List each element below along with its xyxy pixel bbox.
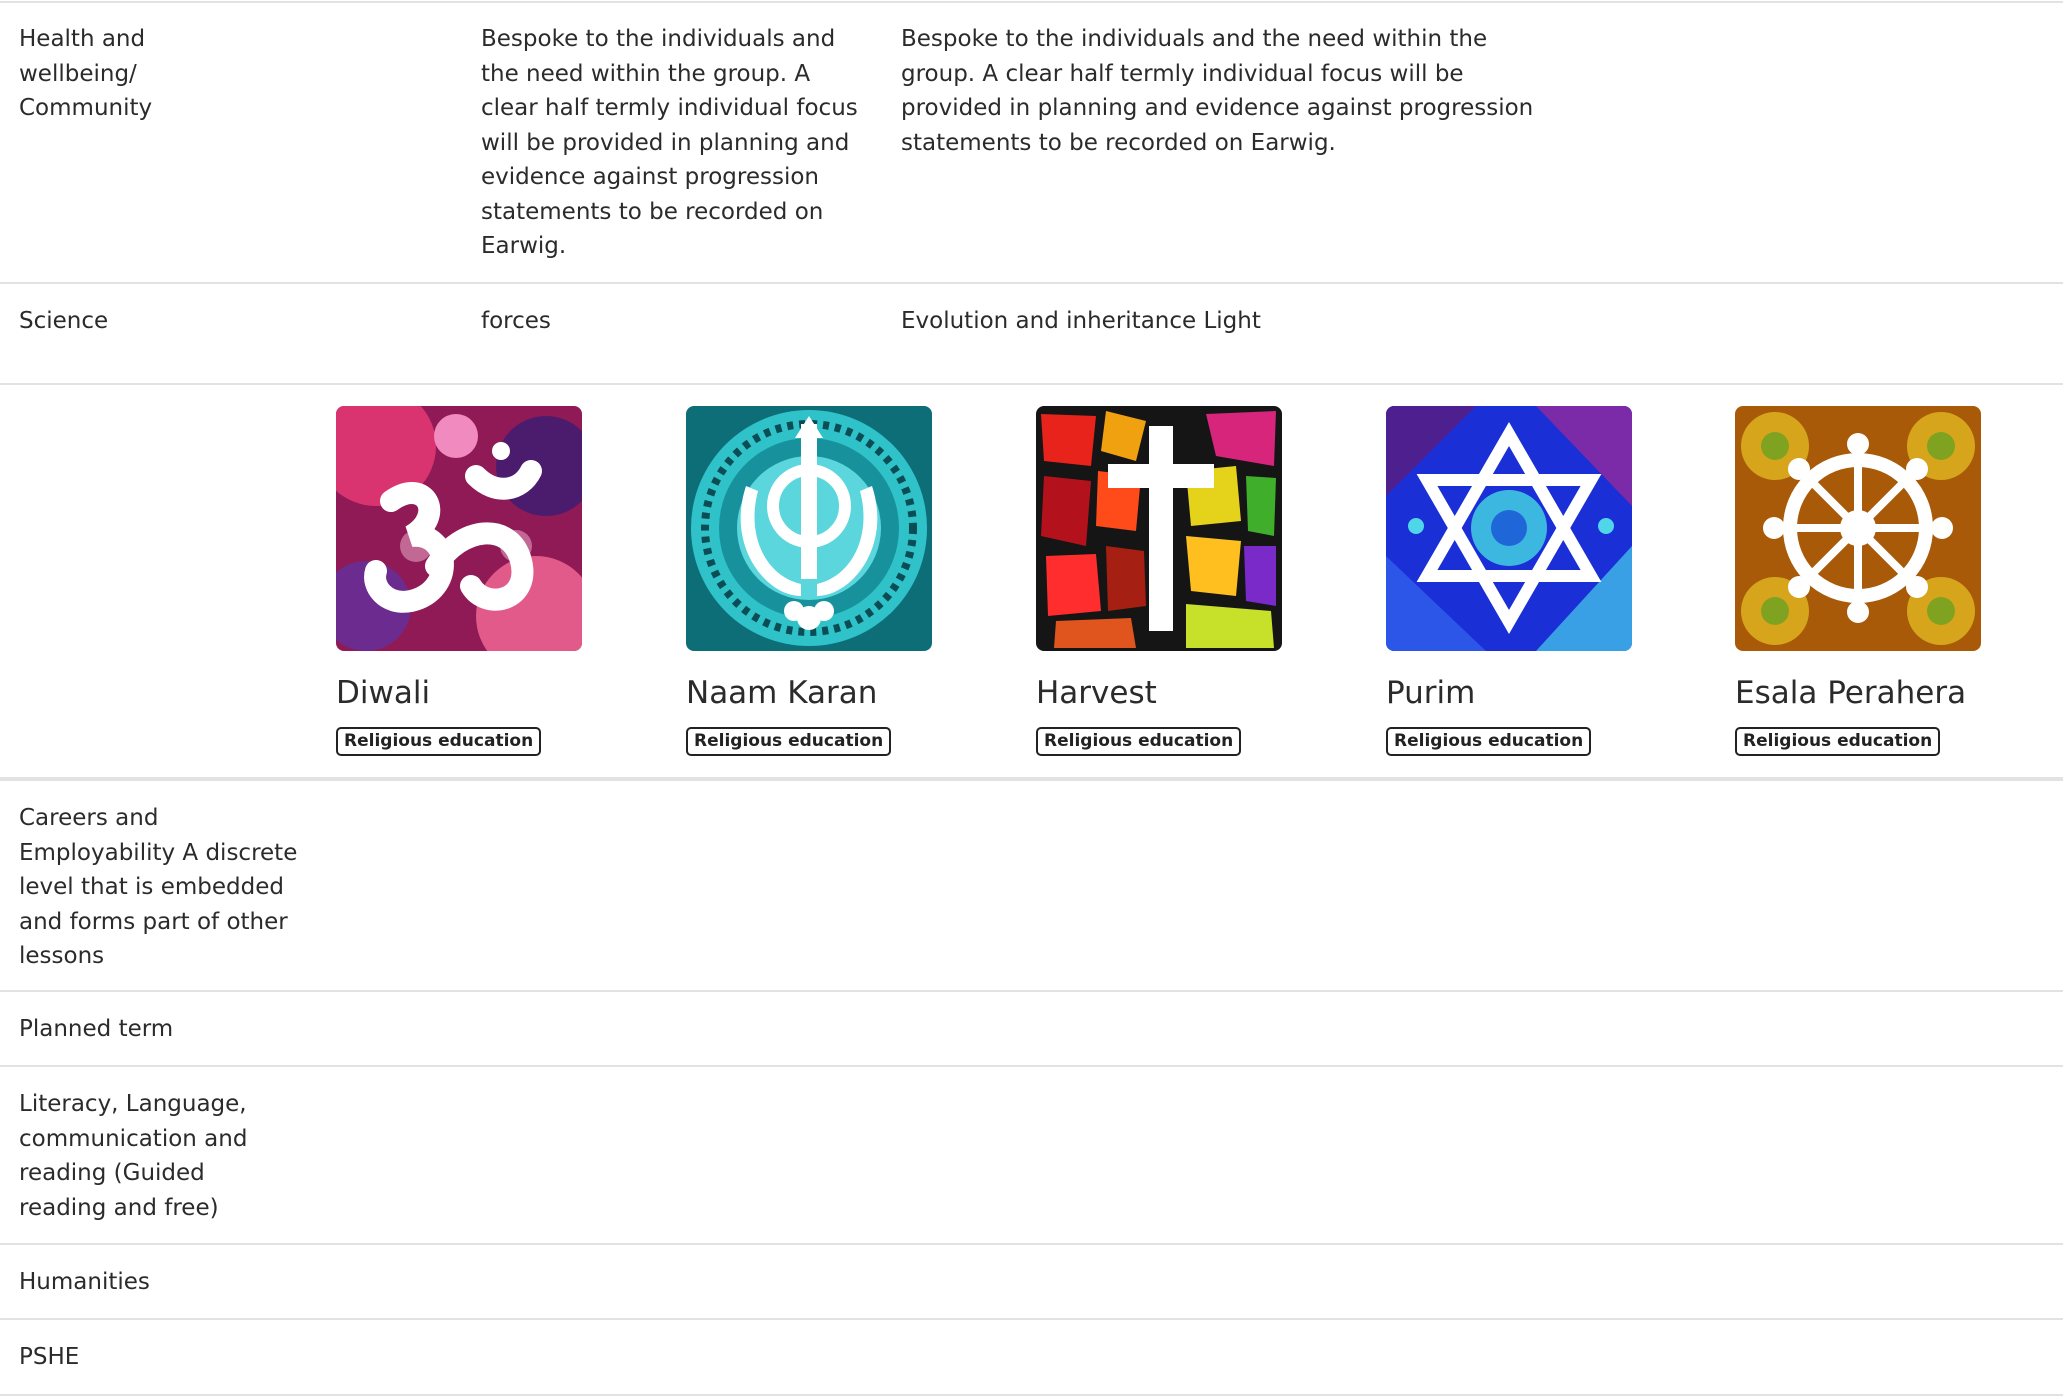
subject-badge[interactable]: Religious education [336,727,542,756]
subject-badge[interactable]: Religious education [686,727,892,756]
subject-badge[interactable]: Religious education [1386,727,1592,756]
card-title: Diwali [336,675,431,711]
term-cell: Bespoke to the individuals and the need … [901,26,1534,156]
table-row: Science forces Evolution and inheritance… [0,284,2063,385]
table-row: Planned term [0,992,2063,1067]
khanda-icon[interactable] [686,406,932,651]
subject-badge[interactable]: Religious education [1036,727,1242,756]
subject-label: Health and wellbeing/ Community [19,26,153,121]
table-row: PSHE [0,1320,2063,1396]
subject-label: Humanities [19,1269,150,1295]
subject-label: Literacy, Language, communication and re… [19,1091,248,1221]
card-naam-karan[interactable]: Naam Karan Religious education [686,406,932,756]
card-diwali[interactable]: Diwali Religious education [336,406,582,756]
dharma-wheel-icon[interactable] [1735,406,1981,651]
subject-label: Planned term [19,1016,174,1042]
term-cell: forces [481,308,551,334]
term-cell: Evolution and inheritance Light [901,308,1261,334]
subject-label: PSHE [19,1344,80,1370]
subject-label: Careers and Employability A discrete lev… [19,805,298,969]
table-row: Literacy, Language, communication and re… [0,1067,2063,1245]
table-row: Humanities [0,1245,2063,1320]
table-row: Health and wellbeing/ Community Bespoke … [0,0,2063,284]
card-title: Esala Perahera [1735,675,1967,711]
om-icon[interactable] [336,406,582,651]
table-row: Careers and Employability A discrete lev… [0,781,2063,992]
cross-icon[interactable] [1036,406,1282,651]
term-cell: Bespoke to the individuals and the need … [481,26,858,259]
card-purim[interactable]: Purim Religious education [1386,406,1632,756]
subject-badge[interactable]: Religious education [1735,727,1941,756]
card-esala-perahera[interactable]: Esala Perahera Religious education [1735,406,1981,756]
card-title: Harvest [1036,675,1157,711]
star-of-david-icon[interactable] [1386,406,1632,651]
card-title: Naam Karan [686,675,878,711]
card-harvest[interactable]: Harvest Religious education [1036,406,1282,756]
card-title: Purim [1386,675,1476,711]
subject-label: Science [19,308,109,334]
